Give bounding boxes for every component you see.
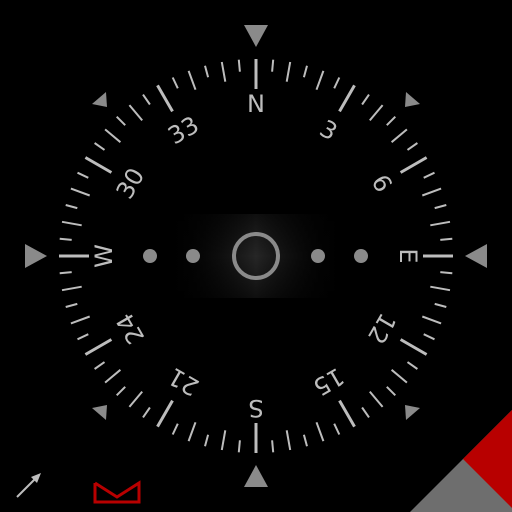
minor-tick (70, 315, 91, 325)
minor-tick (115, 386, 126, 397)
marker-se (405, 405, 420, 420)
minor-tick (237, 440, 241, 453)
minor-tick (302, 65, 308, 78)
minor-tick (77, 333, 89, 341)
minor-tick (171, 423, 179, 435)
minor-tick (220, 61, 227, 82)
minor-tick (421, 187, 442, 197)
minor-tick (204, 434, 210, 447)
minor-tick (430, 220, 451, 227)
minor-tick (434, 204, 447, 210)
marker-ne (405, 92, 420, 107)
minor-tick (171, 77, 179, 89)
minor-tick (285, 61, 292, 82)
minor-tick (406, 361, 418, 370)
minor-tick (390, 369, 408, 384)
minor-tick (94, 361, 106, 370)
cardinal-north: N (247, 90, 265, 118)
minor-tick (386, 115, 397, 126)
minor-tick (423, 171, 435, 179)
level-dot (311, 249, 325, 263)
minor-tick (237, 59, 241, 72)
minor-tick (440, 237, 453, 241)
minor-tick (77, 171, 89, 179)
minor-tick (369, 104, 384, 122)
minor-tick (61, 285, 82, 292)
marker-left (25, 244, 47, 268)
major-tick (399, 338, 428, 356)
major-tick (84, 156, 113, 174)
degree-label: 24 (111, 308, 151, 348)
level-dot (354, 249, 368, 263)
minor-tick (220, 430, 227, 451)
minor-tick (430, 285, 451, 292)
minor-tick (333, 77, 341, 89)
minor-tick (361, 406, 370, 418)
major-tick (399, 156, 428, 174)
minor-tick (271, 440, 275, 453)
minor-tick (142, 94, 151, 106)
cardinal-south: S (248, 394, 263, 422)
marker-bottom (244, 465, 268, 487)
degree-label: 3 (315, 114, 342, 146)
minor-tick (333, 423, 341, 435)
cardinal-west: W (90, 244, 118, 268)
degree-label: 6 (366, 170, 398, 197)
minor-tick (187, 70, 197, 91)
level-dot (186, 249, 200, 263)
minor-tick (285, 430, 292, 451)
degree-label: 30 (111, 163, 151, 203)
minor-tick (315, 70, 325, 91)
minor-tick (434, 302, 447, 308)
minor-tick (440, 271, 453, 275)
minor-tick (302, 434, 308, 447)
degree-label: 12 (362, 308, 402, 348)
minor-tick (187, 421, 197, 442)
minor-tick (386, 386, 397, 397)
compass-screen: N E S W 3 6 12 15 21 24 30 33 (0, 0, 512, 512)
compass-dial: N E S W 36 12 15 21 24 30 33 (16, 25, 512, 512)
major-tick (338, 399, 356, 428)
minor-tick (104, 128, 122, 143)
minor-tick (204, 65, 210, 78)
minor-tick (315, 421, 325, 442)
minor-tick (59, 237, 72, 241)
minor-tick (128, 104, 143, 122)
minor-tick (104, 369, 122, 384)
major-tick (84, 338, 113, 356)
minor-tick (369, 390, 384, 408)
major-tick (338, 84, 356, 113)
crown-bookmark-icon[interactable] (93, 480, 141, 504)
minor-tick (70, 187, 91, 197)
degree-label: 33 (163, 111, 203, 151)
minor-tick (271, 59, 275, 72)
marker-sw (92, 405, 107, 420)
minor-tick (94, 142, 106, 151)
cardinal-east: E (394, 248, 422, 263)
major-tick (156, 84, 174, 113)
minor-tick (59, 271, 72, 275)
marker-top (244, 25, 268, 47)
pointer-arrow-icon[interactable] (16, 473, 41, 498)
minor-tick (65, 204, 78, 210)
minor-tick (423, 333, 435, 341)
minor-tick (65, 302, 78, 308)
degree-label: 21 (163, 362, 203, 402)
minor-tick (142, 406, 151, 418)
marker-right (465, 244, 487, 268)
minor-tick (61, 220, 82, 227)
minor-tick (361, 94, 370, 106)
minor-tick (421, 315, 442, 325)
minor-tick (406, 142, 418, 151)
degree-label: 15 (308, 362, 348, 402)
minor-tick (115, 115, 126, 126)
level-dot (143, 249, 157, 263)
minor-tick (128, 390, 143, 408)
marker-nw (92, 92, 107, 107)
minor-tick (390, 128, 408, 143)
major-tick (156, 399, 174, 428)
